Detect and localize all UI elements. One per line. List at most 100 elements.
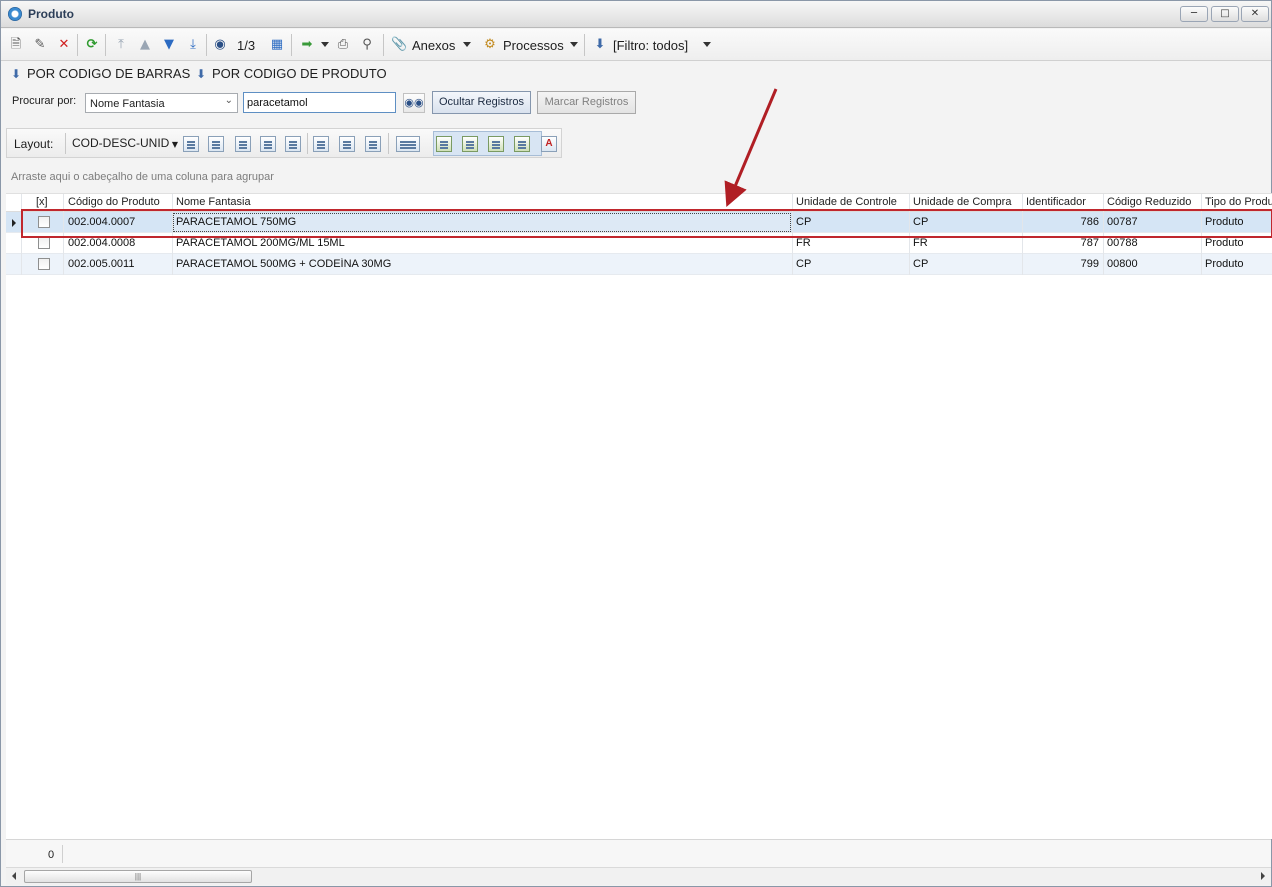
processes-dropdown-icon[interactable] xyxy=(570,42,578,47)
group-panel[interactable]: Arraste aqui o cabeçalho de uma coluna p… xyxy=(6,161,1271,193)
funnel-icon: ⬇ xyxy=(195,67,207,81)
scroll-right-icon[interactable] xyxy=(1261,872,1265,880)
products-grid: [x] Código do Produto Nome Fantasia Unid… xyxy=(6,193,1272,839)
chart-icon[interactable] xyxy=(396,136,420,152)
toolbar-separator xyxy=(206,34,207,56)
cell-control-unit: FR xyxy=(796,237,811,249)
mark-records-button[interactable]: Marcar Registros xyxy=(537,91,636,114)
filter-by-barcode-label: POR CODIGO DE BARRAS xyxy=(27,66,191,81)
highlight-annotation-box xyxy=(21,209,1272,238)
title-bar: Produto ─ □ ✕ xyxy=(1,1,1271,28)
row-checkbox[interactable] xyxy=(38,237,50,249)
layout-label: Layout: xyxy=(14,137,54,151)
toolbar-separator xyxy=(65,133,66,154)
import-layout-icon[interactable] xyxy=(260,136,276,152)
cell-name: PARACETAMOL 200MG/ML 15ML xyxy=(176,237,345,249)
filter-menu[interactable]: [Filtro: todos] xyxy=(613,38,688,53)
view-mode-4-icon[interactable] xyxy=(514,136,530,152)
layout-select[interactable]: COD-DESC-UNID ▼ xyxy=(72,136,178,150)
font-icon[interactable]: A xyxy=(541,136,557,152)
view-mode-1-icon[interactable] xyxy=(436,136,452,152)
toolbar-separator xyxy=(307,133,308,154)
cell-name: PARACETAMOL 500MG + CODEÍNA 30MG xyxy=(176,258,392,270)
previous-record-icon[interactable]: ▲ xyxy=(137,37,153,53)
layout-toolbar: Layout: COD-DESC-UNID ▼ A xyxy=(6,128,562,158)
print-icon[interactable]: ⎙ xyxy=(335,37,351,53)
close-button[interactable]: ✕ xyxy=(1241,6,1269,22)
column-header-check[interactable]: [x] xyxy=(36,196,61,208)
first-record-icon[interactable]: ⤒ xyxy=(113,37,129,53)
export-icon[interactable]: ➡ xyxy=(299,37,315,53)
attachments-dropdown-icon[interactable] xyxy=(463,42,471,47)
filter-dropdown-icon[interactable] xyxy=(703,42,711,47)
grid-view-icon[interactable]: ▦ xyxy=(269,37,285,53)
column-header-control-unit[interactable]: Unidade de Controle xyxy=(796,196,908,208)
filter-by-product-code-label: POR CODIGO DE PRODUTO xyxy=(212,66,387,81)
toolbar-separator xyxy=(105,34,106,56)
window-title: Produto xyxy=(28,7,74,21)
grid-footer: 0 xyxy=(6,839,1271,867)
chevron-down-icon: ⌄ xyxy=(224,95,233,106)
maximize-button[interactable]: □ xyxy=(1211,6,1239,22)
print-preview-icon[interactable]: ⚲ xyxy=(359,37,375,53)
sum-icon[interactable] xyxy=(339,136,355,152)
cell-identifier: 787 xyxy=(1080,237,1099,249)
cell-short-code: 00800 xyxy=(1107,258,1138,270)
delete-record-icon[interactable]: ✕ xyxy=(56,37,72,53)
delete-layout-icon[interactable] xyxy=(208,136,224,152)
view-mode-3-icon[interactable] xyxy=(488,136,504,152)
new-record-icon[interactable]: 🗎 xyxy=(8,37,24,53)
cell-short-code: 00788 xyxy=(1107,237,1138,249)
attachments-menu[interactable]: Anexos xyxy=(412,38,455,53)
processes-menu[interactable]: Processos xyxy=(503,38,564,53)
view-mode-2-icon[interactable] xyxy=(462,136,478,152)
cell-control-unit: CP xyxy=(796,258,812,270)
toolbar-separator xyxy=(291,34,292,56)
export-dropdown-icon[interactable] xyxy=(321,42,329,47)
scroll-left-icon[interactable] xyxy=(12,872,16,880)
hide-records-button[interactable]: Ocultar Registros xyxy=(432,91,531,114)
app-logo-icon xyxy=(8,7,22,21)
quick-filter-row: ⬇ POR CODIGO DE BARRAS ⬇ POR CODIGO DE PRO… xyxy=(1,62,1271,86)
toolbar-separator xyxy=(77,34,78,56)
search-field-select[interactable]: Nome Fantasia ⌄ xyxy=(85,93,238,113)
column-header-product-code[interactable]: Código do Produto xyxy=(68,196,170,208)
cell-purchase-unit: FR xyxy=(913,237,928,249)
next-record-icon[interactable]: ▼ xyxy=(161,37,177,53)
toolbar-separator xyxy=(383,34,384,56)
footer-count: 0 xyxy=(48,849,55,861)
last-record-icon[interactable]: ⤓ xyxy=(185,37,201,53)
horizontal-scrollbar[interactable]: ||| xyxy=(6,867,1271,885)
filter-row-icon[interactable] xyxy=(313,136,329,152)
cell-purchase-unit: CP xyxy=(913,258,929,270)
refresh-icon[interactable]: ⟳ xyxy=(84,37,100,53)
scroll-thumb[interactable]: ||| xyxy=(24,870,252,883)
search-by-label: Procurar por: xyxy=(12,95,77,107)
filter-by-product-code-button[interactable]: ⬇ POR CODIGO DE PRODUTO xyxy=(194,66,387,81)
search-field-value: Nome Fantasia xyxy=(90,98,165,110)
edit-record-icon[interactable]: ✎ xyxy=(32,37,48,53)
row-checkbox[interactable] xyxy=(38,258,50,270)
search-input[interactable] xyxy=(243,92,396,113)
column-header-name[interactable]: Nome Fantasia xyxy=(176,196,786,208)
layout-name: COD-DESC-UNID xyxy=(72,136,170,150)
export-layout-icon[interactable] xyxy=(285,136,301,152)
annotation-arrow-icon xyxy=(724,88,778,208)
column-header-product-type[interactable]: Tipo do Produ xyxy=(1205,196,1272,208)
minimize-button[interactable]: ─ xyxy=(1180,6,1208,22)
search-button[interactable]: ◉◉ xyxy=(403,93,425,113)
table-row[interactable]: 002.005.0011 PARACETAMOL 500MG + CODEÍNA… xyxy=(6,254,1272,275)
toolbar-separator xyxy=(584,34,585,56)
funnel-icon: ⬇ xyxy=(10,67,22,81)
column-header-purchase-unit[interactable]: Unidade de Compra xyxy=(913,196,1021,208)
cell-product-type: Produto xyxy=(1205,258,1244,270)
filter-by-barcode-button[interactable]: ⬇ POR CODIGO DE BARRAS xyxy=(9,66,190,81)
column-header-identifier[interactable]: Identificador xyxy=(1026,196,1104,208)
record-position: 1/3 xyxy=(237,38,256,53)
find-binoculars-icon[interactable]: ◉ xyxy=(212,37,228,53)
columns-layout-icon[interactable] xyxy=(235,136,251,152)
footer-separator xyxy=(62,845,63,863)
format-icon[interactable] xyxy=(365,136,381,152)
column-header-short-code[interactable]: Código Reduzido xyxy=(1107,196,1201,208)
save-layout-icon[interactable] xyxy=(183,136,199,152)
